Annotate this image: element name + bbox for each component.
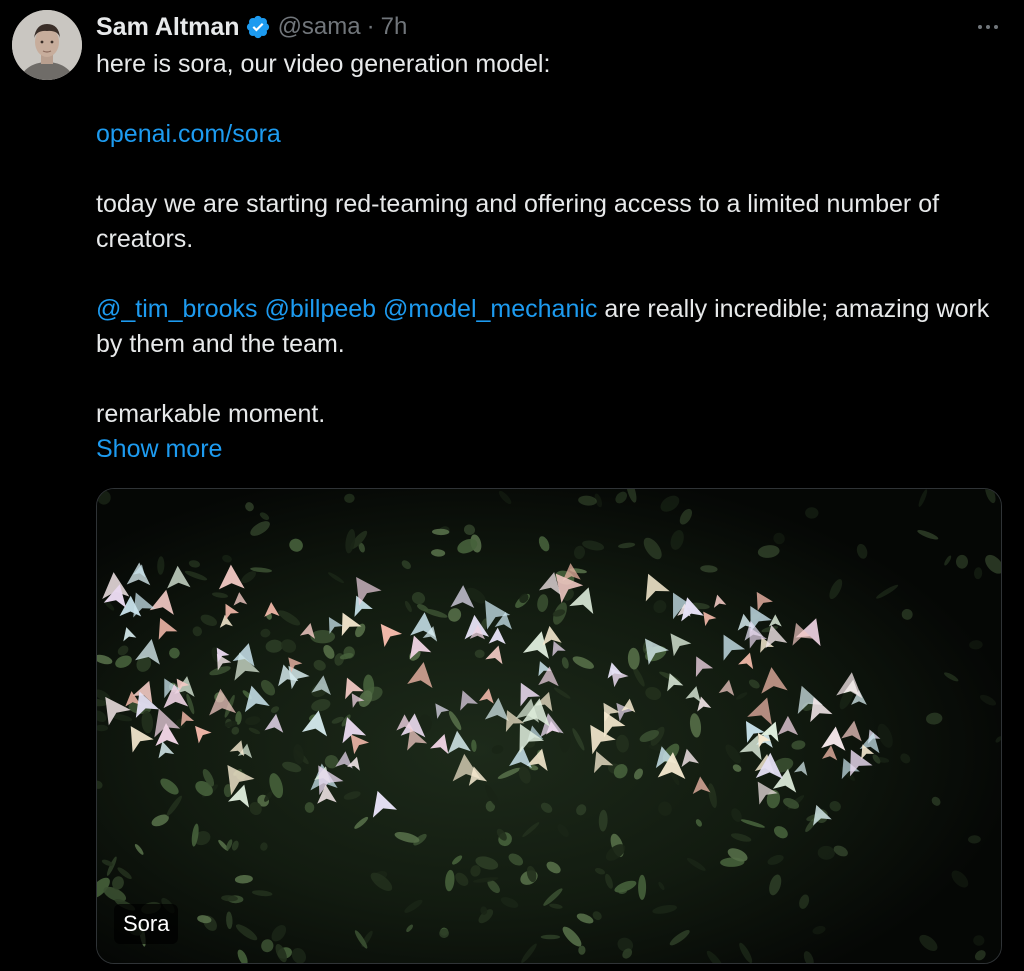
video-label: Sora	[114, 904, 179, 944]
video-frame-image	[97, 489, 1001, 963]
avatar-image	[12, 10, 82, 80]
tweet-video[interactable]	[96, 488, 1002, 964]
tweet-text: here is sora, our video generation model…	[96, 47, 996, 467]
more-options-icon[interactable]	[968, 10, 1008, 44]
tweet-link[interactable]: openai.com/sora	[96, 120, 281, 148]
show-more-link[interactable]: Show more	[96, 435, 222, 463]
mention-billpeeb[interactable]: @billpeeb	[265, 295, 377, 323]
verified-badge-icon[interactable]	[245, 14, 271, 40]
tweet-header: Sam Altman @sama · 7h	[96, 10, 407, 44]
author-name[interactable]: Sam Altman	[96, 13, 240, 42]
tweet-time[interactable]: 7h	[381, 13, 408, 41]
tweet-line-access: today we are starting red-teaming and of…	[96, 190, 940, 253]
separator: ·	[366, 13, 375, 40]
tweet-line-moment: remarkable moment.	[96, 400, 326, 428]
avatar[interactable]	[12, 10, 82, 80]
mention-model-mechanic[interactable]: @model_mechanic	[383, 295, 597, 323]
mention-tim-brooks[interactable]: @_tim_brooks	[96, 295, 258, 323]
tweet-line-mentions: @_tim_brooks @billpeeb @model_mechanic a…	[96, 292, 996, 362]
author-handle[interactable]: @sama	[278, 13, 361, 41]
tweet-line-intro: here is sora, our video generation model…	[96, 50, 551, 78]
